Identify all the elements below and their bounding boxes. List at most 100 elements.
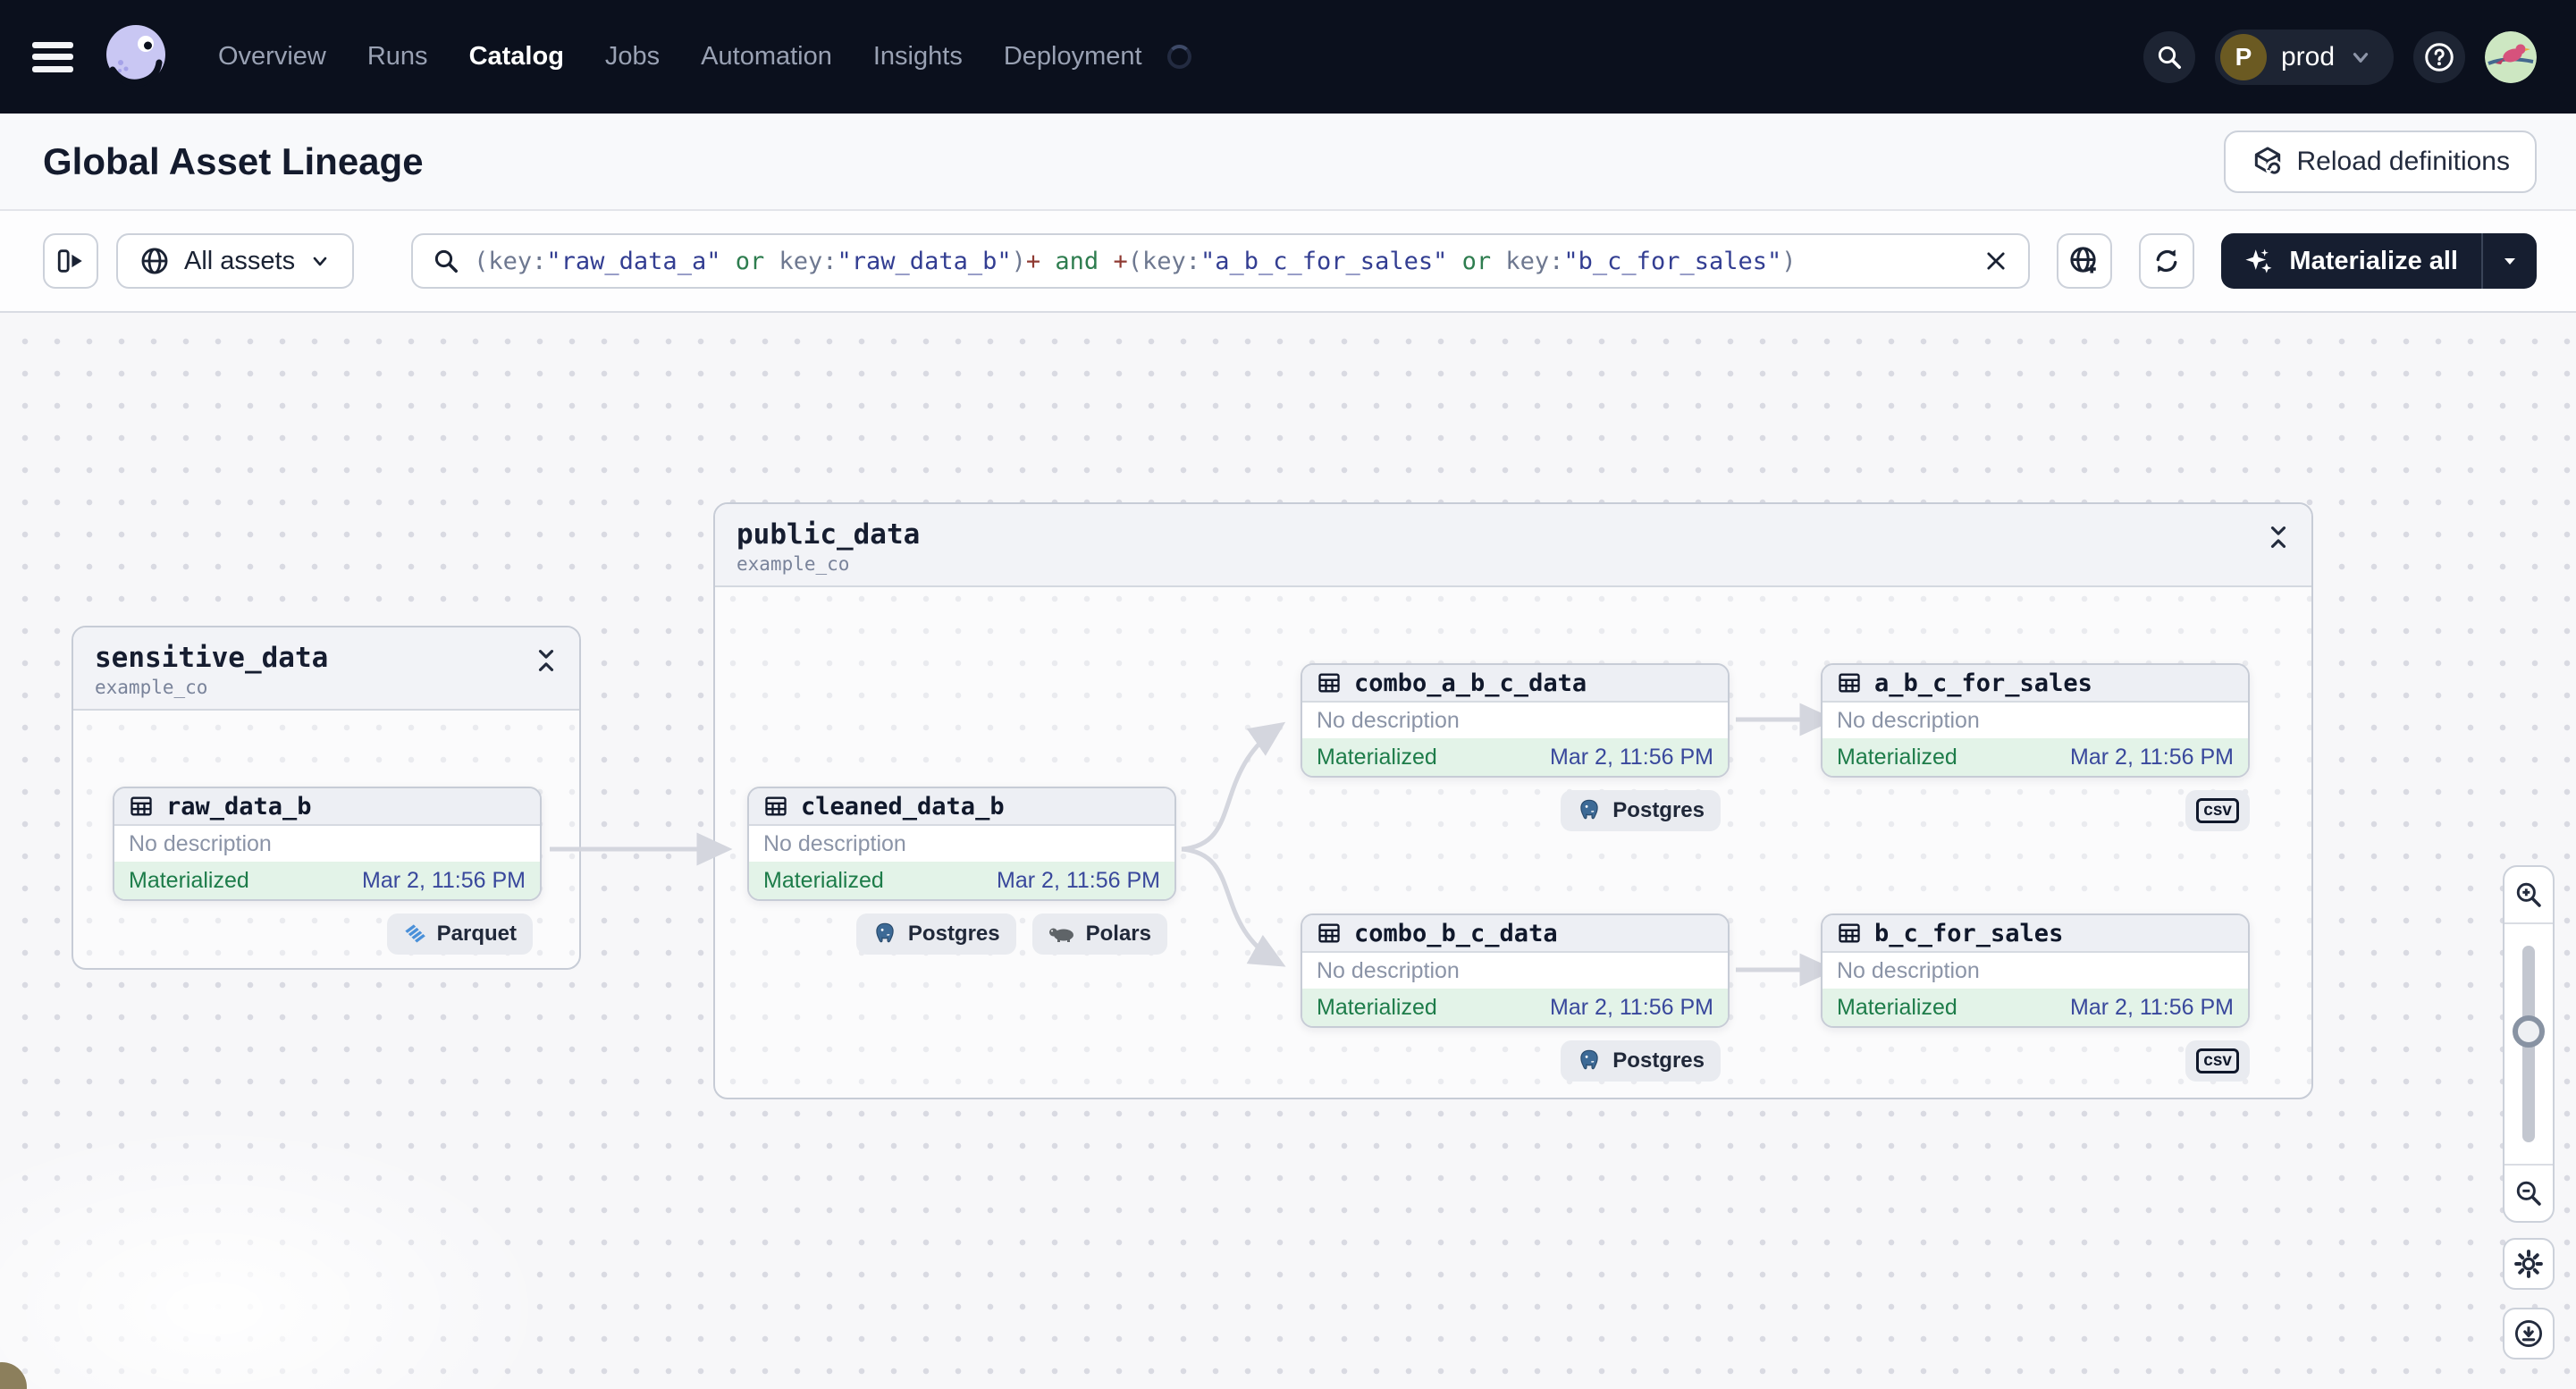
search-button[interactable] [2142, 30, 2195, 83]
table-icon [1318, 673, 1340, 693]
search-input[interactable]: (key:"raw_data_a" or key:"raw_data_b")+ … [411, 233, 2031, 289]
refresh-icon [2157, 249, 2177, 273]
query-token: key: [1491, 247, 1564, 275]
query-token: and [1055, 247, 1099, 275]
top-nav: Overview Runs Catalog Jobs Automation In… [0, 0, 2576, 114]
reload-definitions-icon [2254, 146, 2283, 177]
loading-spinner-icon [1166, 45, 1191, 69]
asset-description: No description [1302, 703, 1728, 738]
nav-item-catalog[interactable]: Catalog [469, 42, 564, 72]
search-icon [434, 249, 459, 273]
asset-timestamp[interactable]: Mar 2, 11:56 PM [2070, 995, 2234, 1021]
download-graph-button[interactable] [2503, 1308, 2555, 1360]
asset-name: combo_b_c_data [1354, 919, 1558, 947]
deployment-switcher[interactable]: P prod [2214, 29, 2394, 85]
kind-tag-csv[interactable]: csv [2185, 790, 2250, 831]
refresh-button[interactable] [2139, 233, 2195, 289]
asset-description: No description [1302, 953, 1728, 989]
table-icon [1318, 923, 1340, 943]
nav-item-runs[interactable]: Runs [367, 42, 428, 72]
clear-search-button[interactable] [1983, 248, 2008, 274]
table-icon [130, 796, 152, 816]
kind-tag-csv[interactable]: csv [2185, 1040, 2250, 1082]
table-icon [765, 796, 787, 816]
asset-timestamp[interactable]: Mar 2, 11:56 PM [997, 868, 1160, 894]
zoom-in-button[interactable] [2504, 867, 2553, 922]
postgres-icon [1580, 1049, 1598, 1070]
kind-tag-parquet[interactable]: Parquet [386, 913, 533, 955]
zoom-out-button[interactable] [2504, 1166, 2553, 1221]
asset-name: cleaned_data_b [801, 792, 1005, 821]
globe-icon [141, 248, 168, 274]
query-token [1040, 248, 1055, 275]
query-token: ) [1781, 247, 1797, 275]
asset-node-combo-b-c-data[interactable]: combo_b_c_data No description Materializ… [1301, 913, 1730, 1028]
query-token: "raw_data_a" [546, 247, 721, 275]
materialize-options-button[interactable] [2481, 233, 2537, 289]
nav-item-overview[interactable]: Overview [218, 42, 326, 72]
page-title: Global Asset Lineage [43, 139, 424, 182]
gear-icon [2514, 1250, 2543, 1278]
asset-node-b-c-for-sales[interactable]: b_c_for_sales No description Materialize… [1821, 913, 2250, 1028]
search-query: (key:"raw_data_a" or key:"raw_data_b")+ … [474, 248, 1796, 275]
nav-item-deployment[interactable]: Deployment [1004, 42, 1142, 72]
materialize-all-button[interactable]: Materialize all [2221, 233, 2537, 289]
kind-tag-postgres[interactable]: Postgres [855, 913, 1016, 955]
asset-node-raw-data-b[interactable]: raw_data_b No description Materialized M… [113, 787, 542, 901]
asset-status: Materialized [1317, 744, 1437, 770]
asset-name: b_c_for_sales [1874, 919, 2064, 947]
graph-settings-button[interactable] [2503, 1238, 2555, 1290]
asset-timestamp[interactable]: Mar 2, 11:56 PM [1550, 995, 1713, 1021]
asset-description: No description [1823, 703, 2248, 738]
nav-item-jobs[interactable]: Jobs [605, 42, 660, 72]
kind-tag-label: Parquet [436, 922, 517, 946]
asset-status: Materialized [1837, 744, 1957, 770]
asset-timestamp[interactable]: Mar 2, 11:56 PM [362, 868, 526, 894]
query-token: + [1025, 247, 1041, 275]
asset-description: No description [114, 826, 540, 862]
kind-tag-postgres[interactable]: Postgres [1561, 790, 1721, 831]
caret-down-icon [2504, 258, 2515, 265]
zoom-slider[interactable] [2504, 922, 2553, 1166]
open-panel-button[interactable] [43, 233, 98, 289]
kind-tag-label: Postgres [1612, 798, 1705, 822]
asset-description: No description [1823, 953, 2248, 989]
asset-description: No description [749, 826, 1174, 862]
help-button[interactable] [2413, 30, 2465, 83]
csv-icon: csv [2196, 1048, 2239, 1073]
asset-node-combo-a-b-c-data[interactable]: combo_a_b_c_data No description Material… [1301, 663, 1730, 778]
asset-name: combo_a_b_c_data [1354, 669, 1587, 697]
menu-icon[interactable] [32, 41, 73, 72]
reload-definitions-button[interactable]: Reload definitions [2223, 130, 2537, 193]
zoom-slider-handle[interactable] [2513, 1015, 2545, 1048]
nav-item-insights[interactable]: Insights [873, 42, 963, 72]
dagster-logo-icon[interactable] [97, 18, 175, 97]
asset-status: Materialized [1837, 994, 1957, 1020]
close-icon [1987, 252, 2005, 270]
query-token: "raw_data_b" [837, 247, 1012, 275]
asset-node-cleaned-data-b[interactable]: cleaned_data_b No description Materializ… [747, 787, 1176, 901]
asset-node-a-b-c-for-sales[interactable]: a_b_c_for_sales No description Materiali… [1821, 663, 2250, 778]
asset-scope-dropdown[interactable]: All assets [116, 233, 355, 289]
query-token [1447, 248, 1461, 275]
nav-item-automation[interactable]: Automation [701, 42, 832, 72]
query-token: (key: [1127, 247, 1200, 275]
kind-tag-polars[interactable]: Polars [1031, 913, 1167, 955]
lineage-canvas[interactable]: sensitive_data example_co public_data ex… [0, 313, 2576, 1389]
lineage-toolbar: All assets (key:"raw_data_a" or key:"raw… [0, 211, 2576, 313]
user-avatar[interactable] [2485, 30, 2537, 83]
asset-name: raw_data_b [166, 792, 312, 821]
kind-tag-postgres[interactable]: Postgres [1561, 1040, 1721, 1082]
kind-tag-label: Postgres [907, 922, 1000, 946]
table-icon [1839, 673, 1860, 693]
asset-timestamp[interactable]: Mar 2, 11:56 PM [2070, 745, 2234, 770]
asset-timestamp[interactable]: Mar 2, 11:56 PM [1550, 745, 1713, 770]
panel-expand-icon [57, 249, 82, 273]
query-token [1099, 248, 1113, 275]
page-header: Global Asset Lineage Reload definitions [0, 114, 2576, 211]
view-scope-button[interactable] [2057, 233, 2113, 289]
sparkle-icon [2245, 248, 2272, 274]
csv-icon: csv [2196, 798, 2239, 823]
search-icon [2158, 46, 2181, 69]
env-initial-badge: P [2219, 33, 2267, 80]
